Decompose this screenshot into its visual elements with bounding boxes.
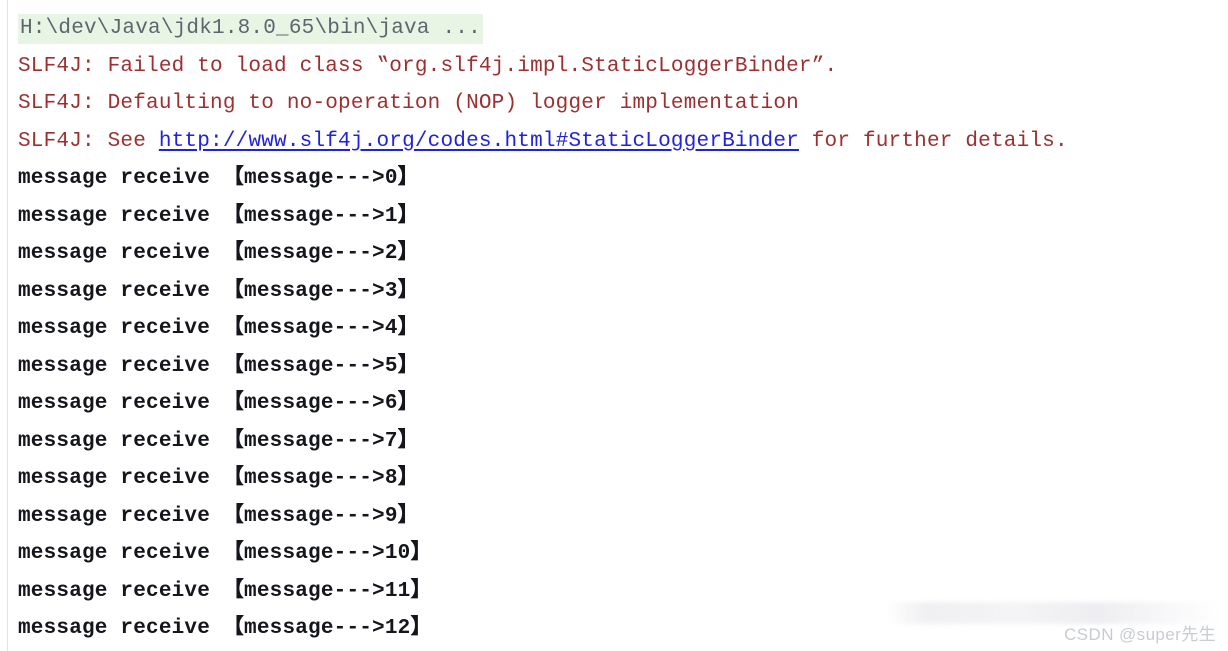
command-text: H:\dev\Java\jdk1.8.0_65\bin\java ... bbox=[18, 14, 483, 44]
console-line-list: H:\dev\Java\jdk1.8.0_65\bin\java ... SLF… bbox=[0, 0, 1228, 648]
message-text: message receive 【message--->7】 bbox=[18, 429, 419, 453]
message-text: message receive 【message--->5】 bbox=[18, 354, 419, 378]
message-line: message receive 【message--->10】 bbox=[0, 535, 1228, 573]
message-text: message receive 【message--->4】 bbox=[18, 317, 419, 340]
slf4j-warning-line-2: SLF4J: Defaulting to no-operation (NOP) … bbox=[0, 85, 1228, 123]
message-line: message receive 【message--->3】 bbox=[0, 273, 1228, 311]
message-text: message receive 【message--->2】 bbox=[18, 242, 419, 265]
message-line: message receive 【message--->1】 bbox=[0, 198, 1228, 236]
slf4j-details-suffix: for further details. bbox=[798, 129, 1068, 153]
message-text: message receive 【message--->10】 bbox=[18, 542, 432, 565]
message-line: message receive 【message--->7】 bbox=[0, 423, 1228, 461]
message-text: message receive 【message--->3】 bbox=[18, 279, 419, 303]
message-line: message receive 【message--->0】 bbox=[0, 160, 1228, 198]
csdn-watermark: CSDN @super先生 bbox=[1064, 625, 1216, 644]
message-text: message receive 【message--->6】 bbox=[18, 392, 419, 415]
message-text: message receive 【message--->11】 bbox=[18, 579, 432, 603]
message-line: message receive 【message--->5】 bbox=[0, 348, 1228, 386]
message-line: message receive 【message--->8】 bbox=[0, 460, 1228, 498]
slf4j-warning-line-1: SLF4J: Failed to load class ‟org.slf4j.i… bbox=[0, 48, 1228, 86]
message-text: message receive 【message--->12】 bbox=[18, 617, 432, 640]
slf4j-warning-text: SLF4J: Defaulting to no-operation (NOP) … bbox=[18, 92, 799, 115]
message-line: message receive 【message--->6】 bbox=[0, 385, 1228, 423]
slf4j-warning-line-3: SLF4J: See http://www.slf4j.org/codes.ht… bbox=[0, 123, 1228, 161]
message-line: message receive 【message--->2】 bbox=[0, 235, 1228, 273]
console-output-pane[interactable]: H:\dev\Java\jdk1.8.0_65\bin\java ... SLF… bbox=[0, 0, 1228, 651]
slf4j-see-label: SLF4J: See bbox=[18, 129, 159, 153]
slf4j-codes-link[interactable]: http://www.slf4j.org/codes.html#StaticLo… bbox=[159, 130, 799, 153]
message-line: message receive 【message--->4】 bbox=[0, 310, 1228, 348]
message-text: message receive 【message--->0】 bbox=[18, 167, 419, 190]
message-text: message receive 【message--->1】 bbox=[18, 204, 419, 228]
message-line: message receive 【message--->9】 bbox=[0, 498, 1228, 536]
slf4j-warning-text: SLF4J: Failed to load class ‟org.slf4j.i… bbox=[18, 54, 838, 78]
message-text: message receive 【message--->8】 bbox=[18, 467, 419, 490]
message-text: message receive 【message--->9】 bbox=[18, 504, 419, 528]
console-command-line: H:\dev\Java\jdk1.8.0_65\bin\java ... bbox=[0, 10, 1228, 48]
